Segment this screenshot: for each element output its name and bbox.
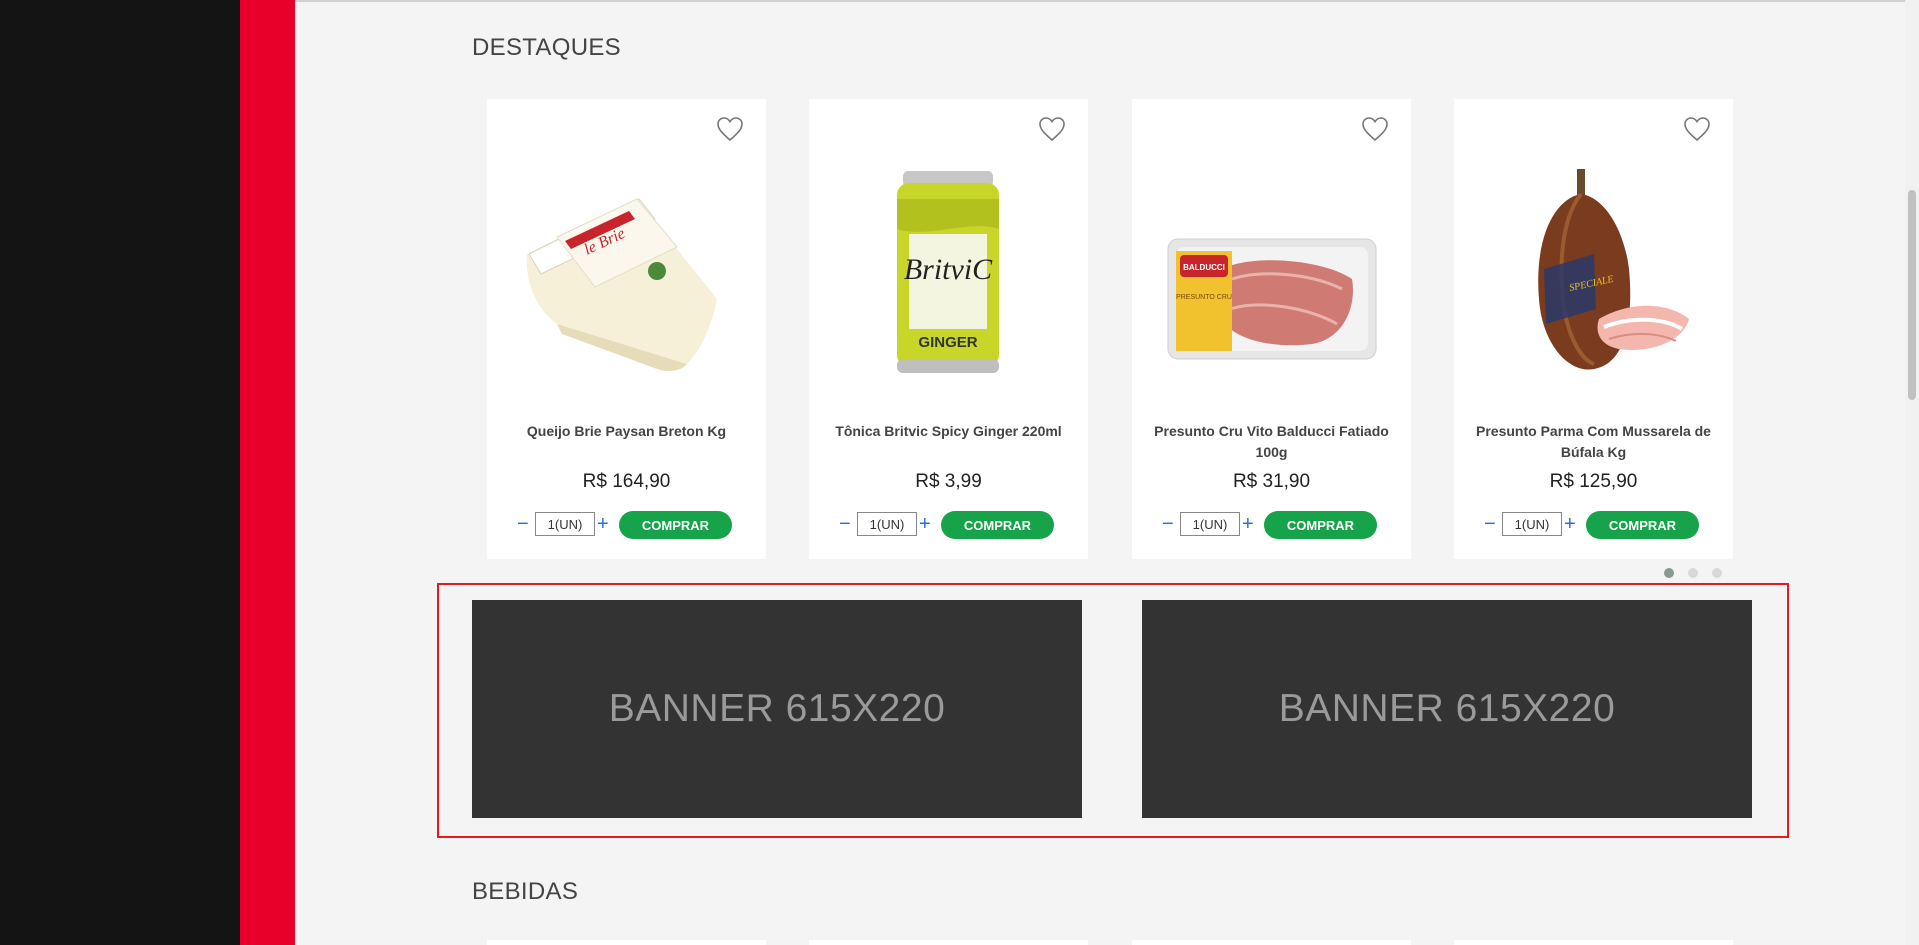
- left-red-accent: [240, 0, 295, 945]
- plus-icon[interactable]: +: [597, 513, 609, 535]
- promo-banner-right[interactable]: BANNER 615X220: [1142, 600, 1752, 818]
- page-scrollbar[interactable]: [1905, 0, 1919, 945]
- minus-icon[interactable]: −: [517, 513, 529, 535]
- next-product-card: [1132, 940, 1411, 945]
- buy-controls: − + COMPRAR: [517, 511, 747, 539]
- minus-icon[interactable]: −: [839, 513, 851, 535]
- buy-button[interactable]: COMPRAR: [1264, 511, 1377, 539]
- quantity-input[interactable]: [535, 512, 595, 536]
- brie-cheese-image[interactable]: le Brie PAYSAN BRETON: [517, 159, 736, 394]
- left-dark-panel: [0, 0, 240, 945]
- heart-icon[interactable]: [1361, 116, 1389, 142]
- product-price: R$ 125,90: [1549, 471, 1638, 492]
- britvic-can-image[interactable]: BritviC GINGER: [839, 159, 1058, 394]
- product-card[interactable]: BritviC GINGER Tônica Britvic Spicy Ging…: [809, 99, 1088, 559]
- next-product-card: [809, 940, 1088, 945]
- product-name[interactable]: Presunto Cru Vito Balducci Fatiado 100g: [1144, 421, 1399, 463]
- plus-icon[interactable]: +: [1242, 513, 1254, 535]
- carousel-dot-1[interactable]: [1664, 568, 1674, 578]
- minus-icon[interactable]: −: [1162, 513, 1174, 535]
- promo-banner-left[interactable]: BANNER 615X220: [472, 600, 1082, 818]
- next-product-card: [487, 940, 766, 945]
- header-shadow: [295, 0, 1905, 2]
- quantity-input[interactable]: [1502, 512, 1562, 536]
- product-card[interactable]: le Brie PAYSAN BRETON Queijo Brie Paysan…: [487, 99, 766, 559]
- prosciutto-pack-image[interactable]: BALDUCCI PRESUNTO CRU: [1162, 159, 1381, 394]
- quantity-input[interactable]: [857, 512, 917, 536]
- heart-icon[interactable]: [716, 116, 744, 142]
- britvic-label: BritviC: [904, 253, 993, 286]
- product-price: R$ 31,90: [1232, 471, 1311, 492]
- product-price: R$ 3,99: [915, 471, 982, 492]
- buy-controls: − + COMPRAR: [839, 511, 1069, 539]
- product-card[interactable]: SPECIALE Presunto Parma Com Mussarela de…: [1454, 99, 1733, 559]
- buy-controls: − + COMPRAR: [1484, 511, 1714, 539]
- product-name[interactable]: Queijo Brie Paysan Breton Kg: [499, 421, 754, 442]
- carousel-dot-2[interactable]: [1688, 568, 1698, 578]
- heart-icon[interactable]: [1038, 116, 1066, 142]
- plus-icon[interactable]: +: [1564, 513, 1576, 535]
- section-title-destaques: DESTAQUES: [472, 34, 621, 61]
- plus-icon[interactable]: +: [919, 513, 931, 535]
- section-title-bebidas: BEBIDAS: [472, 878, 579, 905]
- buy-button[interactable]: COMPRAR: [941, 511, 1054, 539]
- buy-controls: − + COMPRAR: [1162, 511, 1392, 539]
- parma-ham-image[interactable]: SPECIALE: [1484, 159, 1703, 394]
- prosciutto-sub: PRESUNTO CRU: [1176, 294, 1232, 301]
- buy-button[interactable]: COMPRAR: [1586, 511, 1699, 539]
- britvic-sub: GINGER: [918, 334, 977, 351]
- carousel-dot-3[interactable]: [1712, 568, 1722, 578]
- minus-icon[interactable]: −: [1484, 513, 1496, 535]
- buy-button[interactable]: COMPRAR: [619, 511, 732, 539]
- heart-icon[interactable]: [1683, 116, 1711, 142]
- product-name[interactable]: Tônica Britvic Spicy Ginger 220ml: [821, 421, 1076, 442]
- scrollbar-thumb[interactable]: [1908, 190, 1916, 400]
- product-card[interactable]: BALDUCCI PRESUNTO CRU Presunto Cru Vito …: [1132, 99, 1411, 559]
- prosciutto-brand: BALDUCCI: [1183, 263, 1225, 272]
- product-price: R$ 164,90: [582, 471, 671, 492]
- next-product-card: [1454, 940, 1733, 945]
- product-name[interactable]: Presunto Parma Com Mussarela de Búfala K…: [1466, 421, 1721, 463]
- quantity-input[interactable]: [1180, 512, 1240, 536]
